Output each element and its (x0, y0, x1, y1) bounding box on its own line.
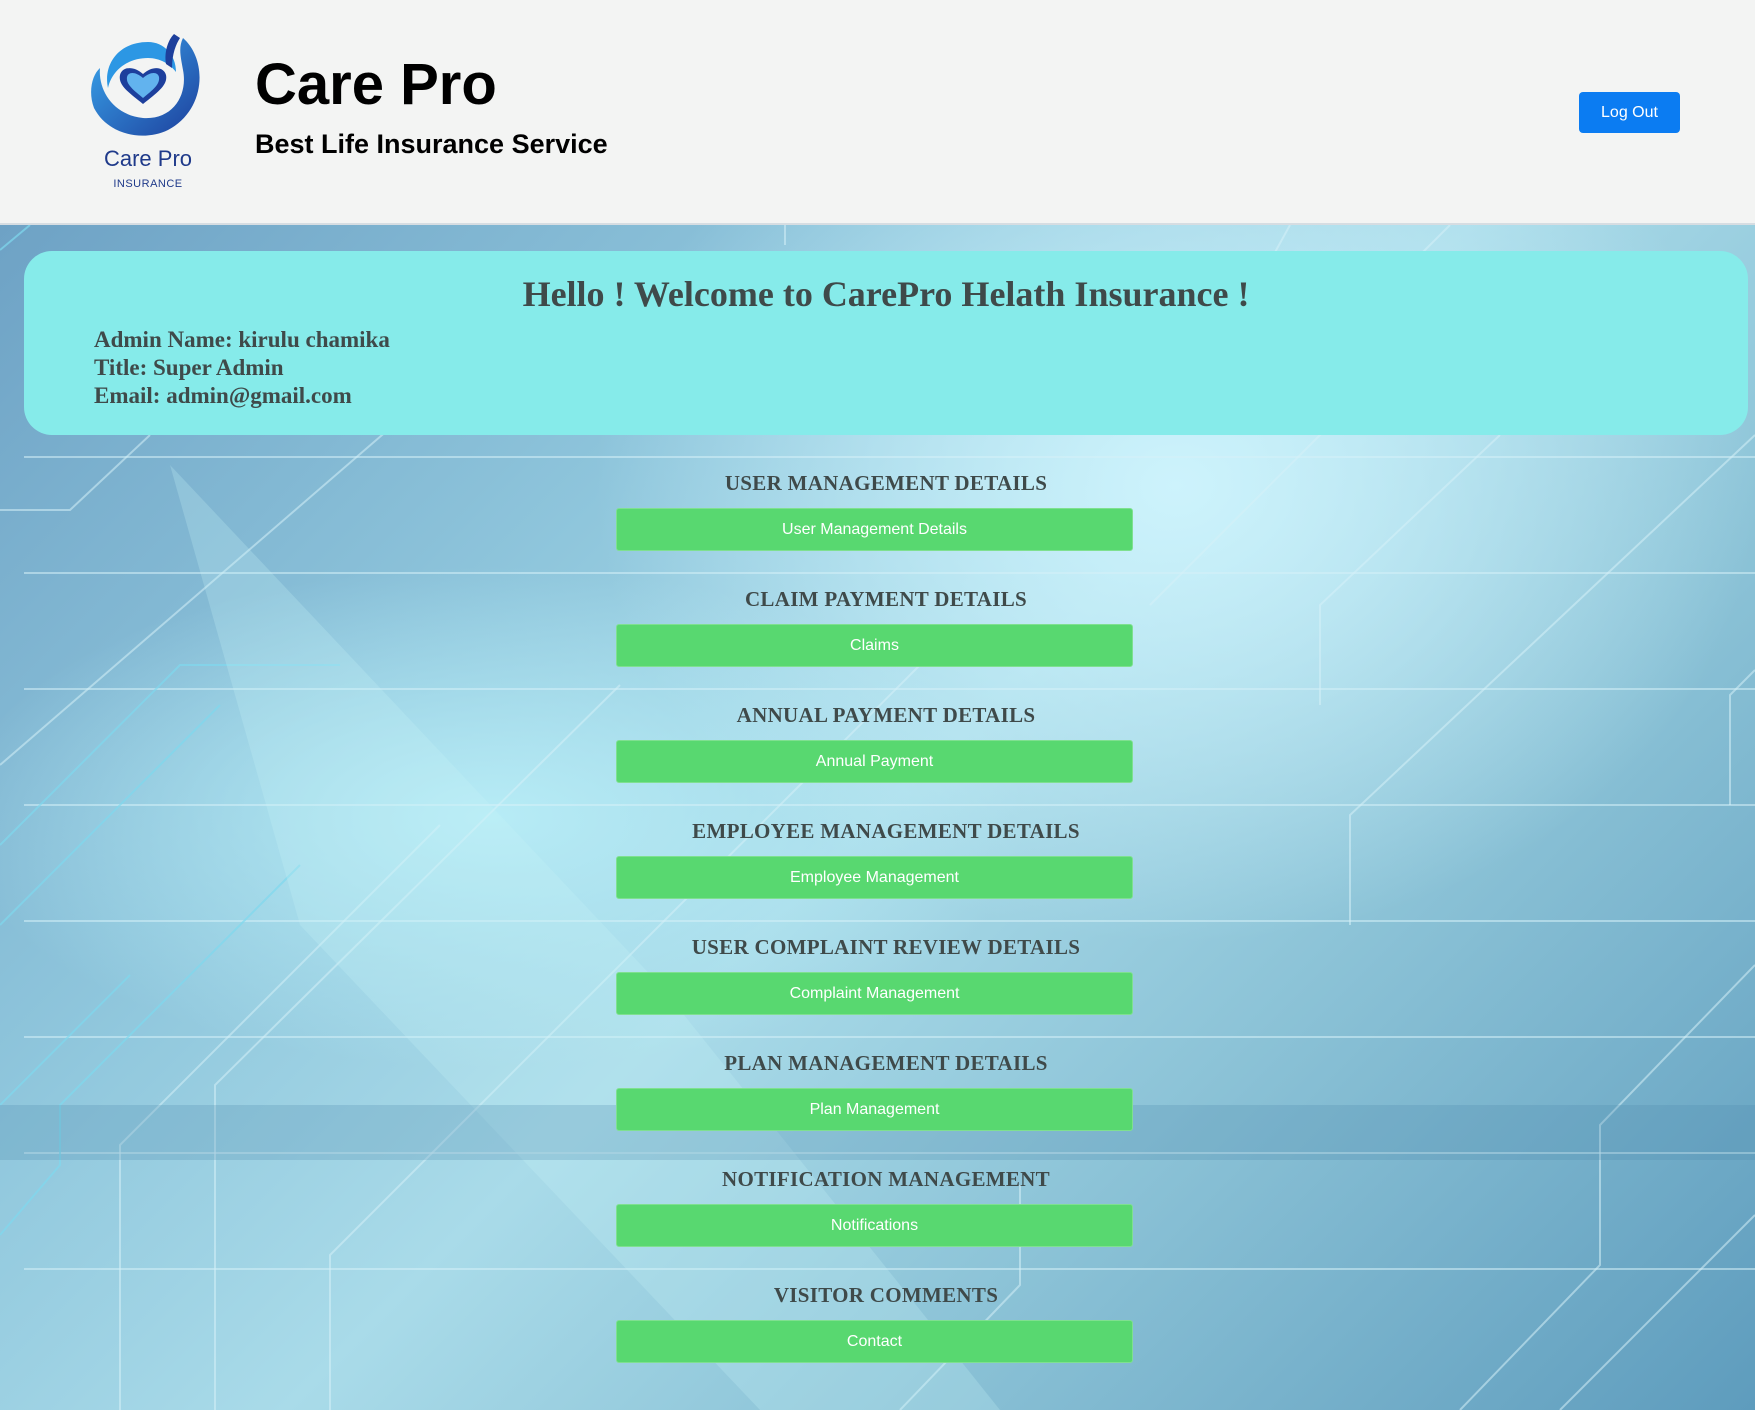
employee-management-button[interactable]: Employee Management (616, 856, 1133, 899)
section-heading-visitor-comments: VISITOR COMMENTS (773, 1283, 999, 1307)
section-heading-user-management: USER MANAGEMENT DETAILS (724, 471, 1048, 495)
section-heading-complaint-review: USER COMPLAINT REVIEW DETAILS (691, 935, 1081, 959)
heart-hands-logo-icon (91, 34, 200, 136)
logout-button[interactable]: Log Out (1579, 92, 1680, 133)
admin-email: Email: admin@gmail.com (94, 383, 352, 408)
brand-title: Care Pro (255, 52, 497, 117)
page-header: Care Pro INSURANCE Care Pro Best Life In… (0, 0, 1755, 225)
brand-subtitle: Best Life Insurance Service (255, 129, 608, 159)
main-content: Hello ! Welcome to CarePro Helath Insura… (0, 225, 1755, 1410)
contact-button[interactable]: Contact (616, 1320, 1133, 1363)
section-heading-annual-payment: ANNUAL PAYMENT DETAILS (736, 703, 1036, 727)
logo-name: Care Pro (103, 146, 193, 171)
logo-subtitle: INSURANCE (113, 178, 183, 190)
section-heading-plan-management: PLAN MANAGEMENT DETAILS (724, 1051, 1048, 1075)
plan-management-button[interactable]: Plan Management (616, 1088, 1133, 1131)
complaint-management-button[interactable]: Complaint Management (616, 972, 1133, 1015)
care-pro-logo: Care Pro INSURANCE (88, 30, 208, 195)
section-heading-employee-management: EMPLOYEE MANAGEMENT DETAILS (692, 819, 1080, 843)
section-heading-claim-payment: CLAIM PAYMENT DETAILS (744, 587, 1028, 611)
admin-title: Title: Super Admin (94, 355, 284, 380)
claims-button[interactable]: Claims (616, 624, 1133, 667)
welcome-card: Hello ! Welcome to CarePro Helath Insura… (24, 251, 1748, 435)
notifications-button[interactable]: Notifications (616, 1204, 1133, 1247)
admin-name: Admin Name: kirulu chamika (94, 327, 390, 352)
user-management-button[interactable]: User Management Details (616, 508, 1133, 551)
annual-payment-button[interactable]: Annual Payment (616, 740, 1133, 783)
section-heading-notification-management: NOTIFICATION MANAGEMENT (722, 1167, 1050, 1191)
welcome-title: Hello ! Welcome to CarePro Helath Insura… (522, 274, 1250, 314)
